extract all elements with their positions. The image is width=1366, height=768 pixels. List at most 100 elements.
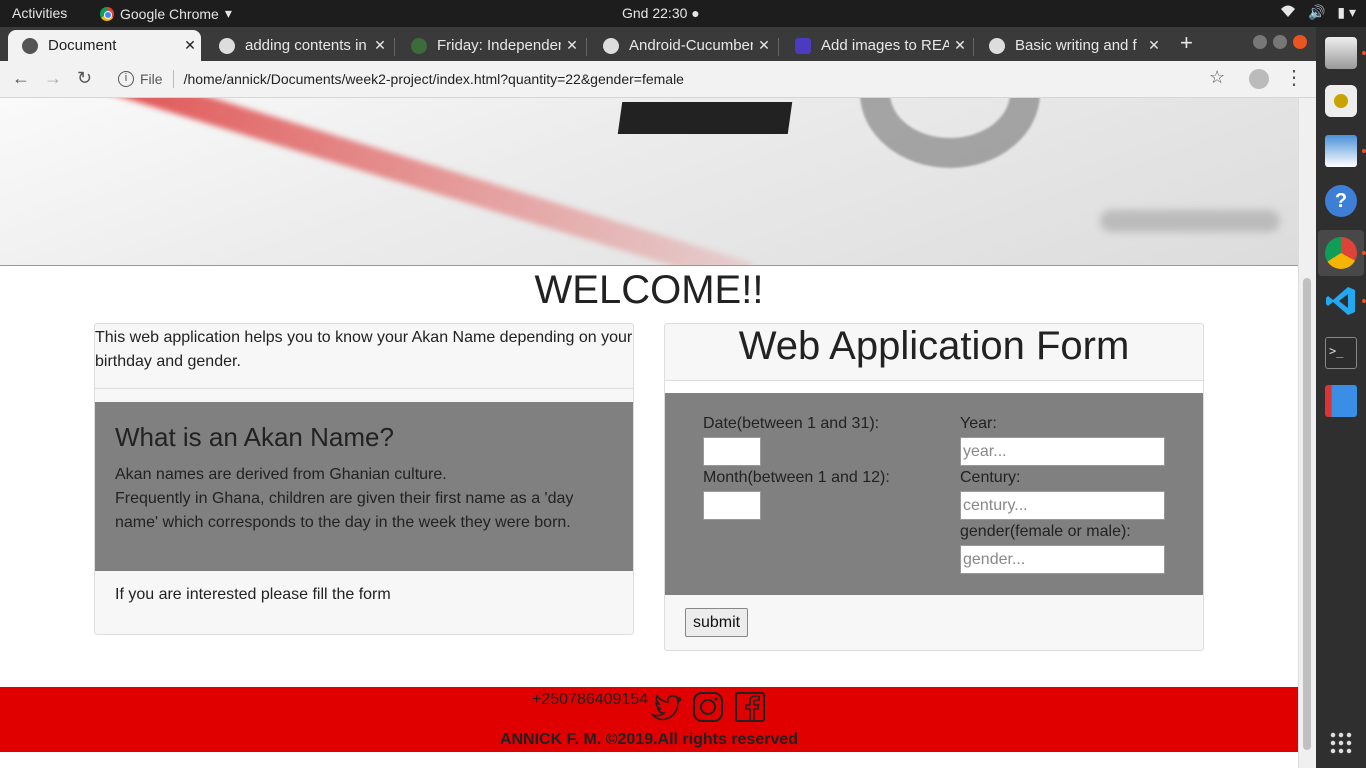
year-input[interactable] (960, 437, 1165, 466)
github-icon (603, 37, 619, 54)
year-label: Year: (960, 415, 997, 432)
date-input[interactable] (703, 437, 761, 466)
help-icon[interactable]: ? (1325, 185, 1357, 217)
github-icon (989, 37, 1005, 54)
more-menu-icon[interactable]: ⋮ (1284, 65, 1304, 90)
close-icon[interactable]: ✕ (561, 37, 583, 54)
hero-decoration (617, 102, 793, 134)
tab-title: Document (48, 37, 117, 54)
twitter-icon[interactable] (650, 691, 682, 723)
tab-title: Friday: Independen (437, 37, 561, 54)
chevron-down-icon: ▾ (224, 5, 232, 21)
wifi-icon (1280, 4, 1296, 21)
minimize-button[interactable] (1253, 35, 1267, 49)
close-icon[interactable]: ✕ (1143, 37, 1165, 54)
bookmark-star-icon[interactable]: ☆ (1209, 67, 1225, 88)
info-icon[interactable]: i (118, 71, 134, 87)
show-applications-icon[interactable] (1329, 731, 1353, 755)
close-icon[interactable]: ✕ (179, 37, 201, 54)
akan-text-2: Frequently in Ghana, children are given … (115, 490, 574, 531)
tab-title: adding contents in (245, 37, 367, 54)
form-fields: Date(between 1 and 31): Month(between 1 … (665, 393, 1203, 595)
hero-image (0, 98, 1298, 266)
tab-title: Add images to REA (821, 37, 949, 54)
forward-arrow-icon[interactable]: → (44, 68, 62, 89)
running-indicator (1362, 251, 1366, 255)
gender-input[interactable] (960, 545, 1165, 574)
tab-android-cucumber[interactable]: Android-Cucumber ✕ (589, 30, 775, 61)
tab-title: Basic writing and f (1015, 37, 1137, 54)
tab-friday[interactable]: Friday: Independen ✕ (397, 30, 583, 61)
libreoffice-writer-icon[interactable] (1325, 135, 1357, 167)
close-icon[interactable]: ✕ (753, 37, 775, 54)
url-text[interactable]: /home/annick/Documents/week2-project/ind… (184, 71, 684, 87)
hero-decoration (1100, 210, 1280, 232)
tab-document[interactable]: Document ✕ (8, 30, 201, 61)
month-label: Month(between 1 and 12): (703, 469, 890, 486)
site-icon (411, 37, 427, 54)
terminal-icon[interactable]: >_ (1325, 337, 1357, 369)
welcome-heading: WELCOME!! (534, 268, 764, 312)
tab-basic-writing[interactable]: Basic writing and f ✕ (975, 30, 1165, 61)
chrome-dock-icon[interactable] (1325, 237, 1357, 269)
tab-separator (586, 38, 587, 56)
instagram-icon[interactable] (692, 691, 724, 723)
running-indicator (1362, 299, 1366, 303)
form-title: Web Application Form (665, 324, 1203, 381)
new-tab-button[interactable]: + (1180, 30, 1193, 56)
intro-text: This web application helps you to know y… (95, 324, 633, 389)
software-icon[interactable] (1325, 385, 1357, 417)
page-scrollbar[interactable] (1298, 98, 1316, 768)
ubuntu-dock: ? >_ (1316, 27, 1366, 768)
phone-number: +250786409154 (532, 691, 649, 708)
browser-toolbar: ← → ↻ i File /home/annick/Documents/week… (0, 61, 1316, 98)
clock[interactable]: Gnd 22:30 ● (622, 5, 700, 21)
akan-text-1: Akan names are derived from Ghanian cult… (115, 466, 447, 483)
tab-separator (973, 38, 974, 56)
social-links (650, 691, 766, 723)
scrollbar-thumb[interactable] (1303, 278, 1311, 750)
akan-heading: What is an Akan Name? (115, 422, 394, 452)
rhythmbox-icon[interactable] (1325, 85, 1357, 117)
back-arrow-icon[interactable]: ← (12, 68, 30, 89)
activities-button[interactable]: Activities (12, 5, 67, 21)
running-indicator (1362, 51, 1366, 55)
github-icon (219, 37, 235, 54)
month-input[interactable] (703, 491, 761, 520)
tab-add-images[interactable]: Add images to REA ✕ (781, 30, 971, 61)
application-form: Web Application Form Date(between 1 and … (664, 323, 1204, 651)
century-label: Century: (960, 469, 1021, 486)
facebook-icon[interactable] (734, 691, 766, 723)
app-name: Google Chrome (120, 5, 219, 22)
footer: +250786409154 ANNICK F. M. ©2019.All rig… (0, 687, 1298, 752)
page-viewport: WELCOME!! This web application helps you… (0, 98, 1298, 768)
tab-adding-contents[interactable]: adding contents in ✕ (205, 30, 391, 61)
app-menu[interactable]: Google Chrome ▾ (100, 5, 232, 22)
date-label: Date(between 1 and 31): (703, 415, 880, 432)
close-icon[interactable]: ✕ (949, 37, 971, 54)
interest-text: If you are interested please fill the fo… (115, 586, 391, 603)
hero-decoration (860, 98, 1040, 168)
close-icon[interactable]: ✕ (369, 37, 391, 54)
submit-button[interactable]: submit (685, 608, 749, 637)
tab-separator (394, 38, 395, 56)
vscode-icon[interactable] (1325, 285, 1357, 317)
address-scheme: File (140, 71, 163, 87)
chrome-icon (100, 6, 114, 21)
window-close-button[interactable] (1293, 35, 1307, 49)
profile-avatar[interactable] (1249, 69, 1269, 89)
tab-separator (778, 38, 779, 56)
century-input[interactable] (960, 491, 1165, 520)
site-icon (795, 37, 811, 54)
reload-icon[interactable]: ↻ (77, 68, 92, 89)
maximize-button[interactable] (1273, 35, 1287, 49)
address-bar[interactable]: i File /home/annick/Documents/week2-proj… (110, 65, 1240, 93)
address-separator (172, 70, 174, 88)
system-tray[interactable]: 🔊 ▮ ▾ (1280, 4, 1356, 21)
info-card: This web application helps you to know y… (94, 323, 634, 635)
running-indicator (1362, 149, 1366, 153)
gender-label: gender(female or male): (960, 523, 1131, 540)
files-icon[interactable] (1325, 37, 1357, 69)
tab-title: Android-Cucumber (629, 37, 753, 54)
copyright-text: ANNICK F. M. ©2019.All rights reserved (499, 731, 799, 748)
